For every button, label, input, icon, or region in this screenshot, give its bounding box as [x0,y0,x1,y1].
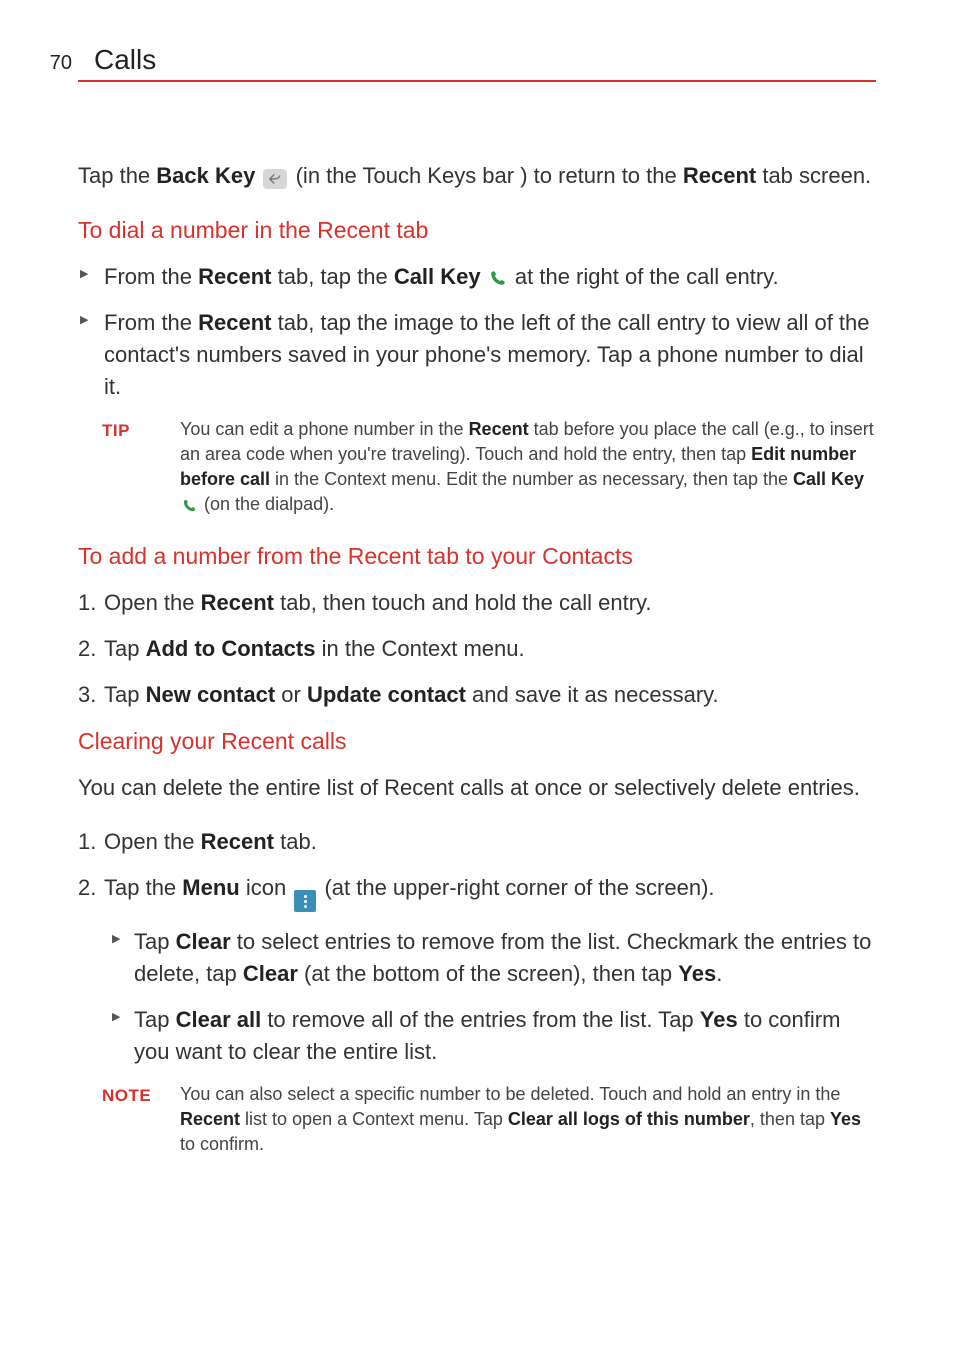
recent-label: Recent [469,419,529,439]
call-key-icon [182,498,197,513]
clear-all-label: Clear all [176,1007,262,1032]
back-key-icon [263,169,287,189]
list-item: Open the Recent tab. [78,826,876,858]
text: icon [240,875,293,900]
text: to remove all of the entries from the li… [261,1007,700,1032]
text: Tap [134,929,176,954]
tip-label: TIP [102,417,158,518]
text: (on the dialpad). [204,494,334,514]
text: in the Context menu. Edit the number as … [270,469,793,489]
recent-label: Recent [180,1109,240,1129]
clearing-intro: You can delete the entire list of Recent… [78,772,876,804]
text: or [275,682,307,707]
list-item: From the Recent tab, tap the image to th… [78,307,876,403]
list-item: Tap the Menu icon (at the upper-right co… [78,872,876,1068]
list-item: Tap Clear to select entries to remove fr… [112,926,876,990]
page-header: 70 Calls [78,44,876,82]
page-body: Tap the Back Key (in the Touch Keys bar … [78,160,876,1157]
clear-label: Clear [243,961,298,986]
yes-label: Yes [678,961,716,986]
list-item: Open the Recent tab, then touch and hold… [78,587,876,619]
text: and save it as necessary. [466,682,719,707]
text: From the [104,264,198,289]
yes-label: Yes [700,1007,738,1032]
text: Tap the [104,875,182,900]
list-item: Tap Clear all to remove all of the entri… [112,1004,876,1068]
recent-label: Recent [201,590,274,615]
text: tab, tap the [272,264,394,289]
text: Tap [134,1007,176,1032]
text: (at the bottom of the screen), then tap [298,961,678,986]
text: You can edit a phone number in the [180,419,469,439]
text: tab, then touch and hold the call entry. [274,590,652,615]
text: Open the [104,829,201,854]
update-contact-label: Update contact [307,682,466,707]
call-key-label: Call Key [394,264,481,289]
text: . [716,961,722,986]
tip-body: You can edit a phone number in the Recen… [180,417,876,518]
back-key-label: Back Key [156,163,255,188]
recent-label: Recent [198,310,271,335]
text: list to open a Context menu. Tap [240,1109,508,1129]
clear-label: Clear [176,929,231,954]
text: From the [104,310,198,335]
clear-logs-label: Clear all logs of this number [508,1109,750,1129]
text: tab. [274,829,317,854]
text: You can also select a specific number to… [180,1084,840,1104]
tip-block: TIP You can edit a phone number in the R… [102,417,876,518]
list-item: From the Recent tab, tap the Call Key at… [78,261,876,293]
note-block: NOTE You can also select a specific numb… [102,1082,876,1158]
list-item: Tap New contact or Update contact and sa… [78,679,876,711]
heading-dial-number: To dial a number in the Recent tab [78,214,876,247]
page-number: 70 [38,52,78,75]
sub-bullet-list: Tap Clear to select entries to remove fr… [112,926,876,1068]
yes-label: Yes [830,1109,861,1129]
heading-clearing: Clearing your Recent calls [78,725,876,758]
call-key-icon [489,269,507,287]
bullet-list: From the Recent tab, tap the Call Key at… [78,261,876,403]
new-contact-label: New contact [146,682,276,707]
text: to confirm. [180,1134,264,1154]
text: Tap the [78,163,156,188]
recent-label: Recent [201,829,274,854]
numbered-list: Open the Recent tab. Tap the Menu icon (… [78,826,876,1068]
text: Open the [104,590,201,615]
text: tab screen. [756,163,871,188]
heading-add-number: To add a number from the Recent tab to y… [78,540,876,573]
recent-label: Recent [198,264,271,289]
call-key-label: Call Key [793,469,864,489]
text: Tap [104,682,146,707]
note-label: NOTE [102,1082,158,1158]
text: in the Context menu. [315,636,524,661]
recent-label: Recent [683,163,756,188]
text: Tap [104,636,146,661]
numbered-list: Open the Recent tab, then touch and hold… [78,587,876,711]
text: , then tap [750,1109,830,1129]
page-title: Calls [94,44,156,76]
note-body: You can also select a specific number to… [180,1082,876,1158]
menu-label: Menu [182,875,239,900]
text: at the right of the call entry. [515,264,779,289]
intro-paragraph: Tap the Back Key (in the Touch Keys bar … [78,160,876,192]
list-item: Tap Add to Contacts in the Context menu. [78,633,876,665]
menu-icon [294,890,316,912]
text: (at the upper-right corner of the screen… [318,875,714,900]
document-page: 70 Calls Tap the Back Key (in the Touch … [0,0,954,1372]
add-to-contacts-label: Add to Contacts [146,636,316,661]
text: (in the Touch Keys bar ) to return to th… [296,163,683,188]
